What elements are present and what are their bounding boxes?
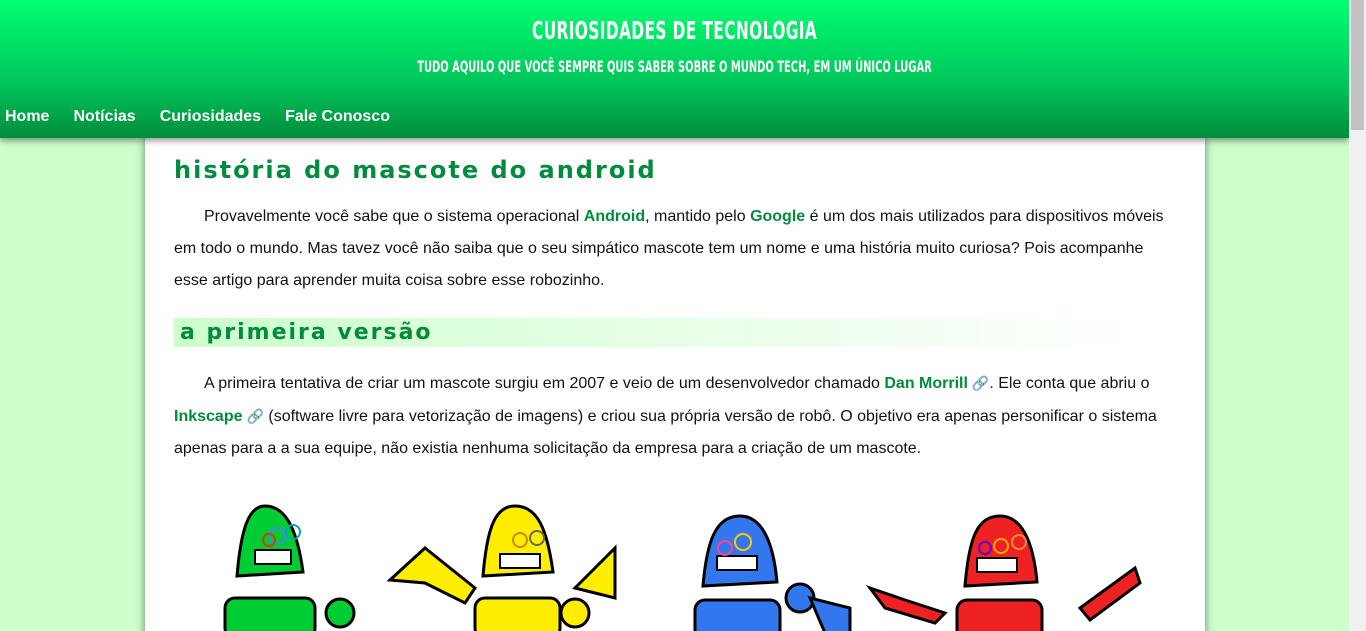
green-robot — [223, 504, 356, 631]
intro-text-1: Provavelmente você sabe que o sistema op… — [204, 208, 584, 225]
nav-home[interactable]: Home — [5, 108, 49, 126]
link-icon[interactable]: 🔗 — [972, 367, 989, 399]
nav-noticias[interactable]: Notícias — [73, 108, 135, 126]
section-text-2: . Ele conta que abriu o — [989, 375, 1150, 392]
android-link[interactable]: Android — [584, 208, 645, 225]
yellow-robot — [386, 504, 617, 631]
inkscape-link[interactable]: Inkscape — [174, 408, 242, 425]
site-subtitle: TUDO AQUILO QUE VOCÊ SEMPRE QUIS SABER S… — [417, 57, 932, 76]
blue-robot — [693, 514, 852, 631]
section-title: A Primeira Versão — [180, 320, 433, 345]
intro-text-2: , mantido pelo — [645, 208, 751, 225]
intro-paragraph: Provavelmente você sabe que o sistema op… — [174, 201, 1174, 297]
dan-morrill-link[interactable]: Dan Morrill — [884, 375, 968, 392]
section-paragraph: A primeira tentativa de criar um mascote… — [174, 367, 1174, 465]
scrollbar-thumb[interactable] — [1351, 0, 1364, 130]
link-icon[interactable]: 🔗 — [246, 400, 263, 432]
robots-illustration — [223, 504, 1142, 631]
red-robot — [865, 514, 1142, 631]
nav-curiosidades[interactable]: Curiosidades — [160, 108, 261, 126]
main-nav: Home Notícias Curiosidades Fale Conosco — [5, 108, 414, 126]
site-header: CURIOSIDADES DE TECNOLOGIA TUDO AQUILO Q… — [0, 0, 1349, 138]
nav-fale-conosco[interactable]: Fale Conosco — [285, 108, 390, 126]
site-title: CURIOSIDADES DE TECNOLOGIA — [531, 16, 818, 45]
section-text-1: A primeira tentativa de criar um mascote… — [204, 375, 885, 392]
article-title: História do Mascote do Android — [174, 156, 657, 184]
section-text-3: (software livre para vetorização de imag… — [174, 408, 1157, 457]
article-container: História do Mascote do Android Provavelm… — [145, 138, 1205, 631]
page-scrollbar[interactable] — [1349, 0, 1366, 631]
google-link[interactable]: Google — [750, 208, 805, 225]
section-heading-bar: A Primeira Versão — [174, 318, 1144, 347]
